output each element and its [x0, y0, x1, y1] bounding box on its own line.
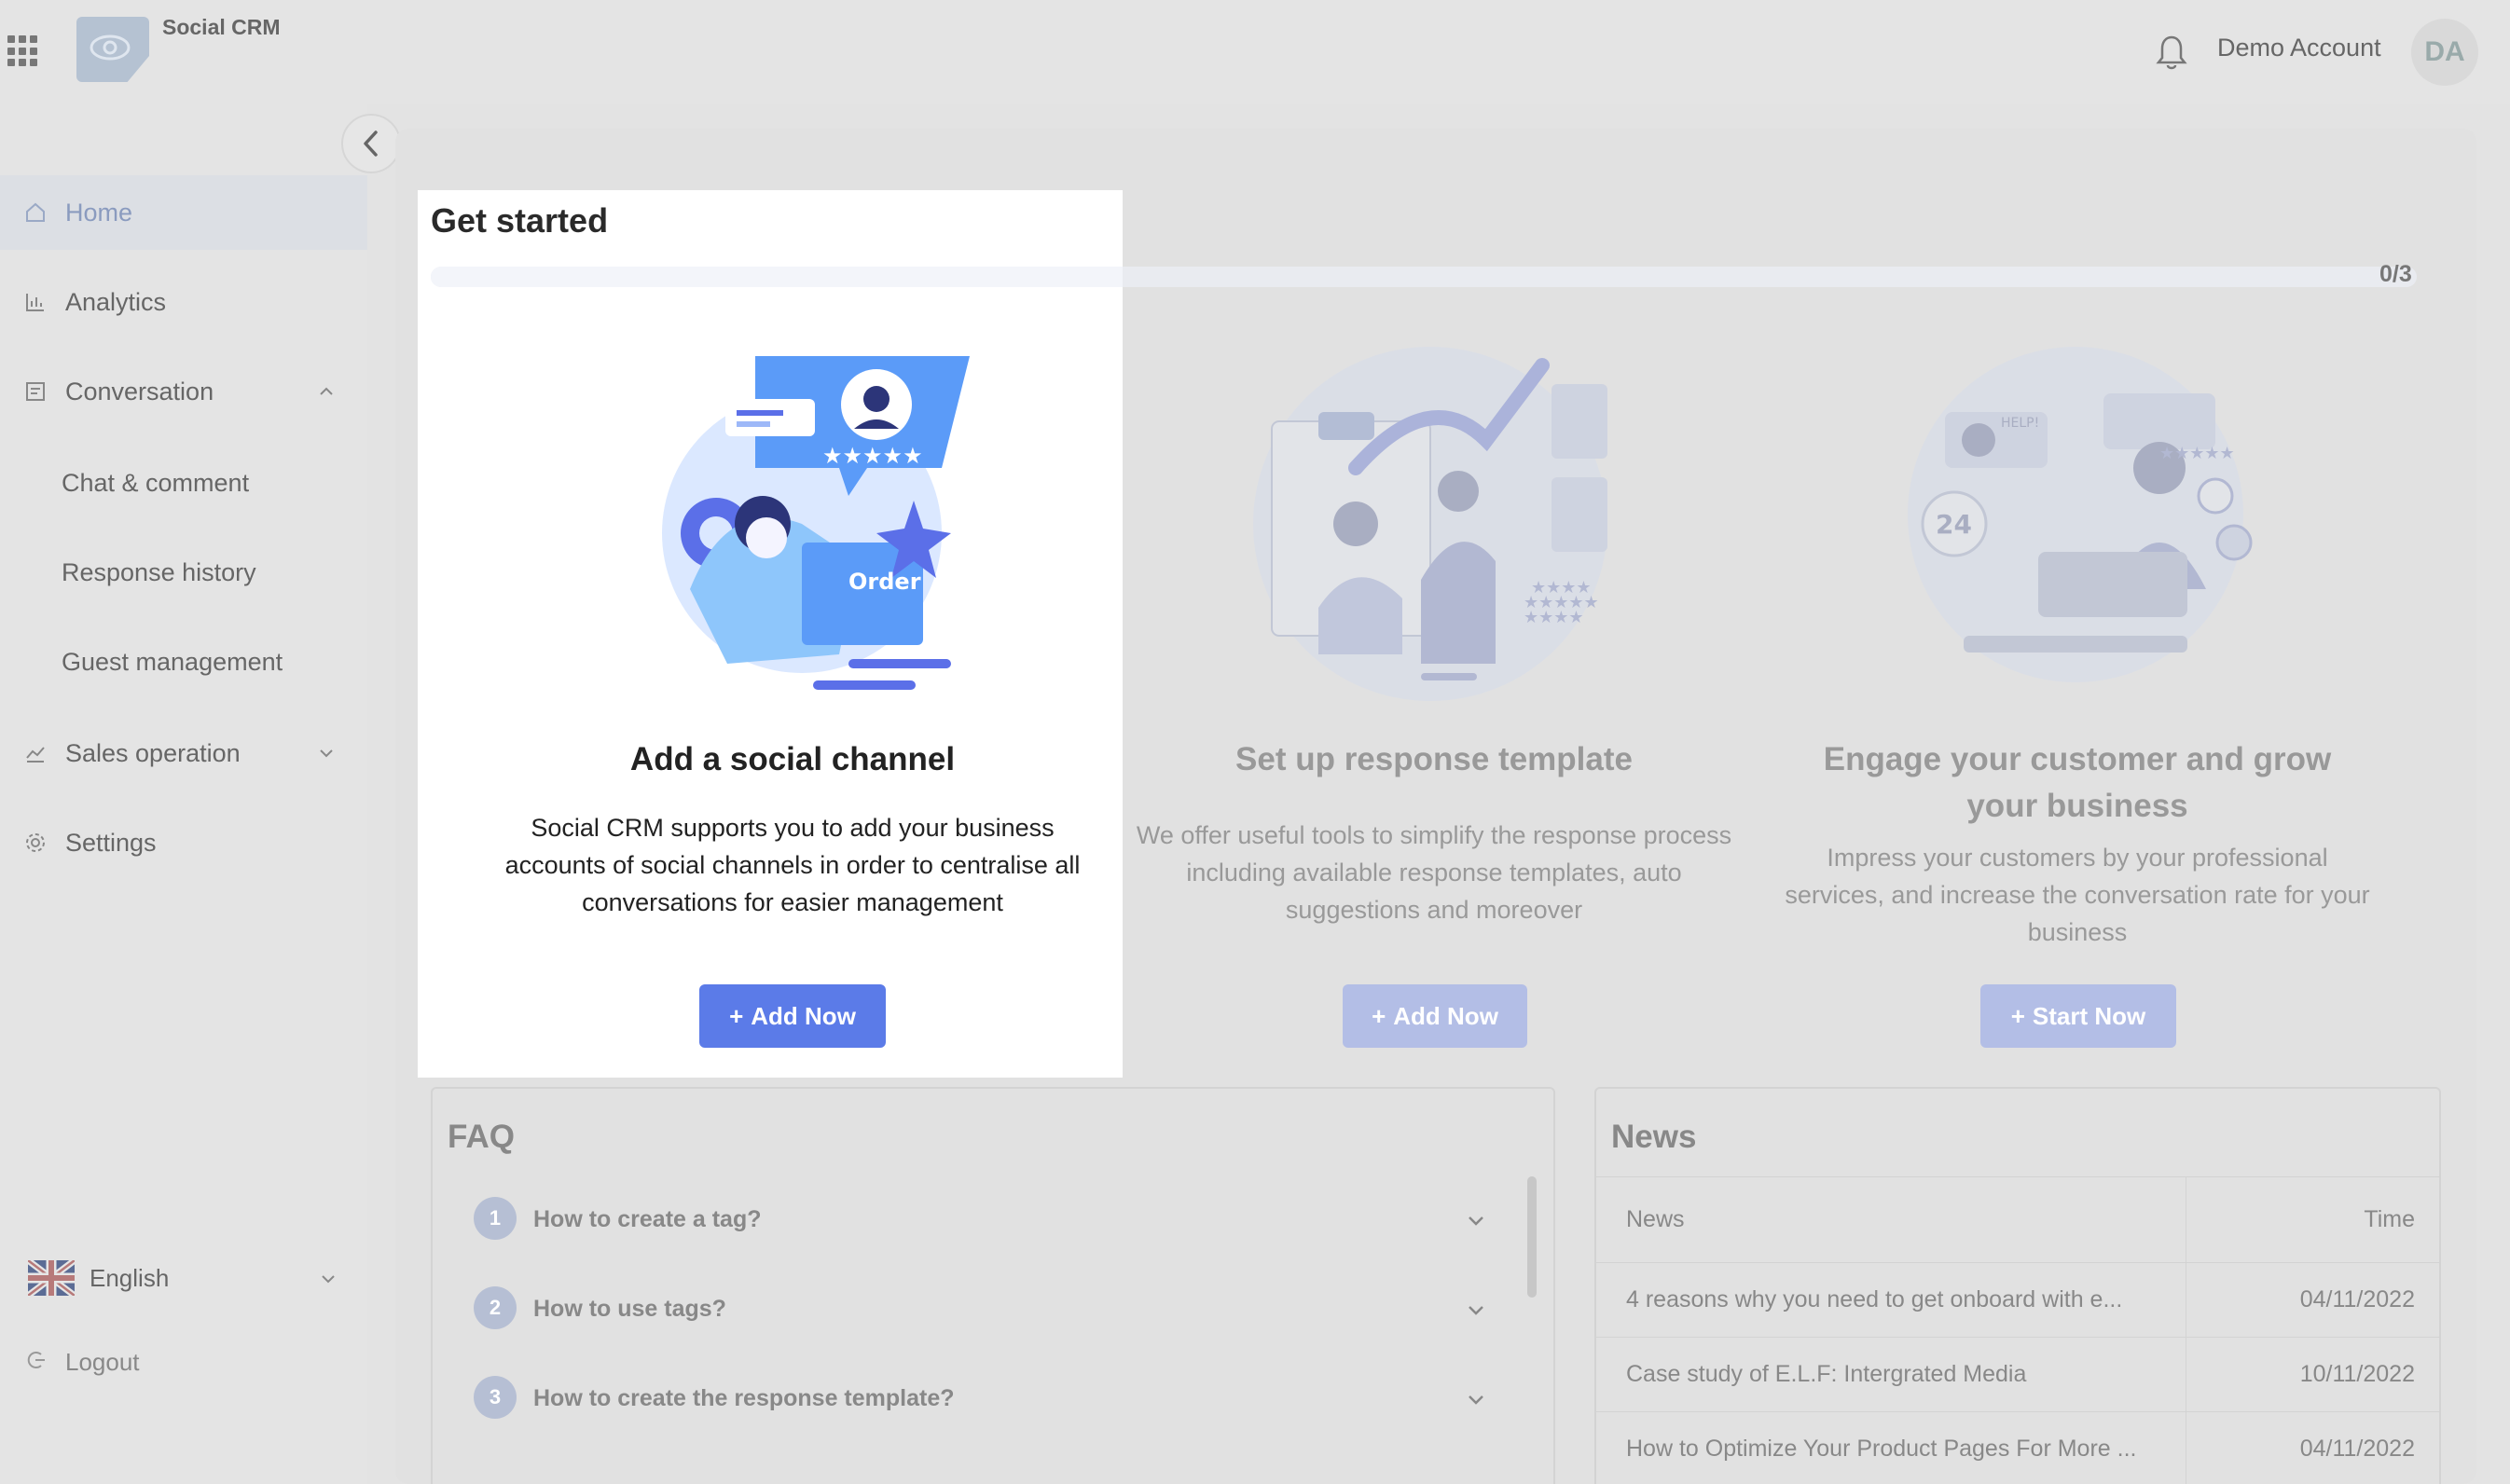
response-template-illustration: ★★★★ ★★★★★ ★★★★	[1253, 347, 1607, 701]
button-label: Add Now	[1393, 1001, 1498, 1030]
news-title-cell[interactable]: 4 reasons why you need to get onboard wi…	[1626, 1263, 2167, 1337]
card-title: Engage your customer and grow your busin…	[1823, 741, 2332, 824]
sidebar-item-label: Conversation	[65, 377, 214, 405]
sidebar-item-sales-operation[interactable]: Sales operation	[0, 716, 367, 790]
notification-bell-icon[interactable]	[2156, 34, 2187, 71]
column-header-news: News	[1626, 1206, 1685, 1232]
news-title: News	[1611, 1119, 1697, 1155]
sidebar-item-home[interactable]: Home	[0, 175, 367, 250]
chevron-down-icon[interactable]	[319, 1270, 338, 1288]
sidebar-item-label: Settings	[65, 828, 157, 857]
card-description: Social CRM supports you to add your busi…	[504, 814, 1081, 916]
sidebar-item-label: Guest management	[62, 647, 283, 676]
news-time-cell: 04/11/2022	[2299, 1436, 2415, 1462]
card-title: Set up response template	[1235, 741, 1633, 777]
faq-question: How to create a tag?	[533, 1206, 762, 1232]
chevron-down-icon	[1469, 1306, 1483, 1315]
faq-number: 2	[474, 1286, 517, 1329]
table-row[interactable]: How to Optimize Your Product Pages For M…	[1596, 1411, 2439, 1484]
add-response-template-button[interactable]: + Add Now	[1343, 984, 1527, 1048]
card-engage-customer: Engage your customer and grow your busin…	[1779, 736, 2376, 951]
add-social-channel-button[interactable]: + Add Now	[699, 984, 886, 1048]
svg-text:★★★★: ★★★★	[1524, 608, 1584, 627]
app-title: Social CRM	[162, 15, 281, 39]
account-name[interactable]: Demo Account	[2217, 34, 2381, 62]
collapse-sidebar-button[interactable]	[341, 114, 401, 173]
plus-icon: +	[729, 1001, 744, 1030]
table-header-row: News Time	[1596, 1176, 2439, 1262]
chevron-left-icon	[364, 131, 378, 157]
column-header-time: Time	[2364, 1206, 2415, 1232]
table-row[interactable]: Case study of E.L.F: Intergrated Media 1…	[1596, 1337, 2439, 1411]
app-grid-icon[interactable]	[7, 35, 39, 67]
gear-icon	[26, 833, 45, 852]
news-title-cell[interactable]: How to Optimize Your Product Pages For M…	[1626, 1412, 2167, 1484]
card-title: Add a social channel	[629, 741, 956, 777]
order-badge: Order	[848, 569, 921, 595]
card-add-social-channel: Add a social channel Social CRM supports…	[494, 736, 1091, 921]
button-label: Add Now	[751, 1001, 856, 1030]
faq-number: 1	[474, 1197, 517, 1240]
svg-text:★★★★★: ★★★★★	[2159, 444, 2235, 463]
sidebar-item-guest-management[interactable]: Guest management	[0, 625, 367, 699]
sidebar-item-label: Analytics	[65, 287, 167, 316]
plus-icon: +	[2010, 1001, 2025, 1030]
sidebar-item-analytics[interactable]: Analytics	[0, 265, 367, 339]
logo-eye-icon	[90, 34, 131, 61]
progress-bar-highlight	[431, 267, 1123, 287]
faq-item[interactable]: 1 How to create a tag?	[474, 1197, 1499, 1253]
card-description: We offer useful tools to simplify the re…	[1136, 821, 1732, 924]
news-time-cell: 10/11/2022	[2299, 1361, 2415, 1387]
news-title-cell[interactable]: Case study of E.L.F: Intergrated Media	[1626, 1338, 2167, 1411]
sidebar-item-conversation[interactable]: Conversation	[0, 354, 367, 429]
page-title: Get started	[431, 201, 609, 240]
faq-item[interactable]: 2 How to use tags?	[474, 1286, 1499, 1342]
faq-question: How to use tags?	[533, 1296, 726, 1322]
chevron-up-icon	[320, 387, 333, 395]
faq-item[interactable]: 3 How to create the response template?	[474, 1376, 1499, 1432]
conversation-icon	[26, 382, 45, 401]
help-badge: HELP!	[2001, 416, 2039, 431]
chevron-down-icon	[320, 749, 333, 758]
news-time-cell: 04/11/2022	[2299, 1286, 2415, 1312]
faq-number: 3	[474, 1376, 517, 1419]
faq-title: FAQ	[448, 1119, 515, 1155]
sidebar-item-label: Chat & comment	[62, 468, 250, 497]
logout-icon[interactable]	[24, 1348, 48, 1372]
plus-icon: +	[1372, 1001, 1386, 1030]
start-now-button[interactable]: + Start Now	[1980, 984, 2176, 1048]
card-description: Impress your customers by your professio…	[1785, 844, 2370, 946]
social-channel-illustration: ★★★★★ Order	[662, 356, 970, 690]
uk-flag-icon	[28, 1260, 75, 1296]
bar-chart-icon	[26, 294, 44, 311]
logout-link[interactable]: Logout	[65, 1348, 140, 1377]
home-icon	[26, 202, 45, 222]
chevron-down-icon	[1469, 1216, 1483, 1226]
sidebar-item-label: Response history	[62, 557, 256, 586]
24h-badge: 24	[1936, 509, 1972, 540]
button-label: Start Now	[2032, 1001, 2146, 1030]
sidebar-item-settings[interactable]: Settings	[0, 805, 367, 880]
svg-text:★★★★★: ★★★★★	[822, 443, 923, 469]
faq-question: How to create the response template?	[533, 1385, 955, 1411]
chevron-down-icon	[1469, 1395, 1483, 1405]
table-row[interactable]: 4 reasons why you need to get onboard wi…	[1596, 1262, 2439, 1337]
card-response-template: Set up response template We offer useful…	[1136, 736, 1732, 928]
line-chart-icon	[26, 747, 45, 763]
sidebar-item-chat-comment[interactable]: Chat & comment	[0, 446, 367, 520]
engage-customer-illustration: HELP! 24 ★★★★★	[1908, 347, 2253, 682]
top-bar	[0, 0, 2510, 104]
sidebar-item-response-history[interactable]: Response history	[0, 535, 367, 610]
language-label[interactable]: English	[90, 1264, 169, 1293]
news-table: News Time 4 reasons why you need to get …	[1596, 1176, 2439, 1484]
progress-count: 0/3	[2379, 261, 2412, 287]
sidebar-item-label: Home	[65, 198, 133, 227]
sidebar-item-label: Sales operation	[65, 738, 241, 767]
faq-scrollbar[interactable]	[1527, 1176, 1537, 1298]
avatar[interactable]: DA	[2411, 19, 2478, 86]
